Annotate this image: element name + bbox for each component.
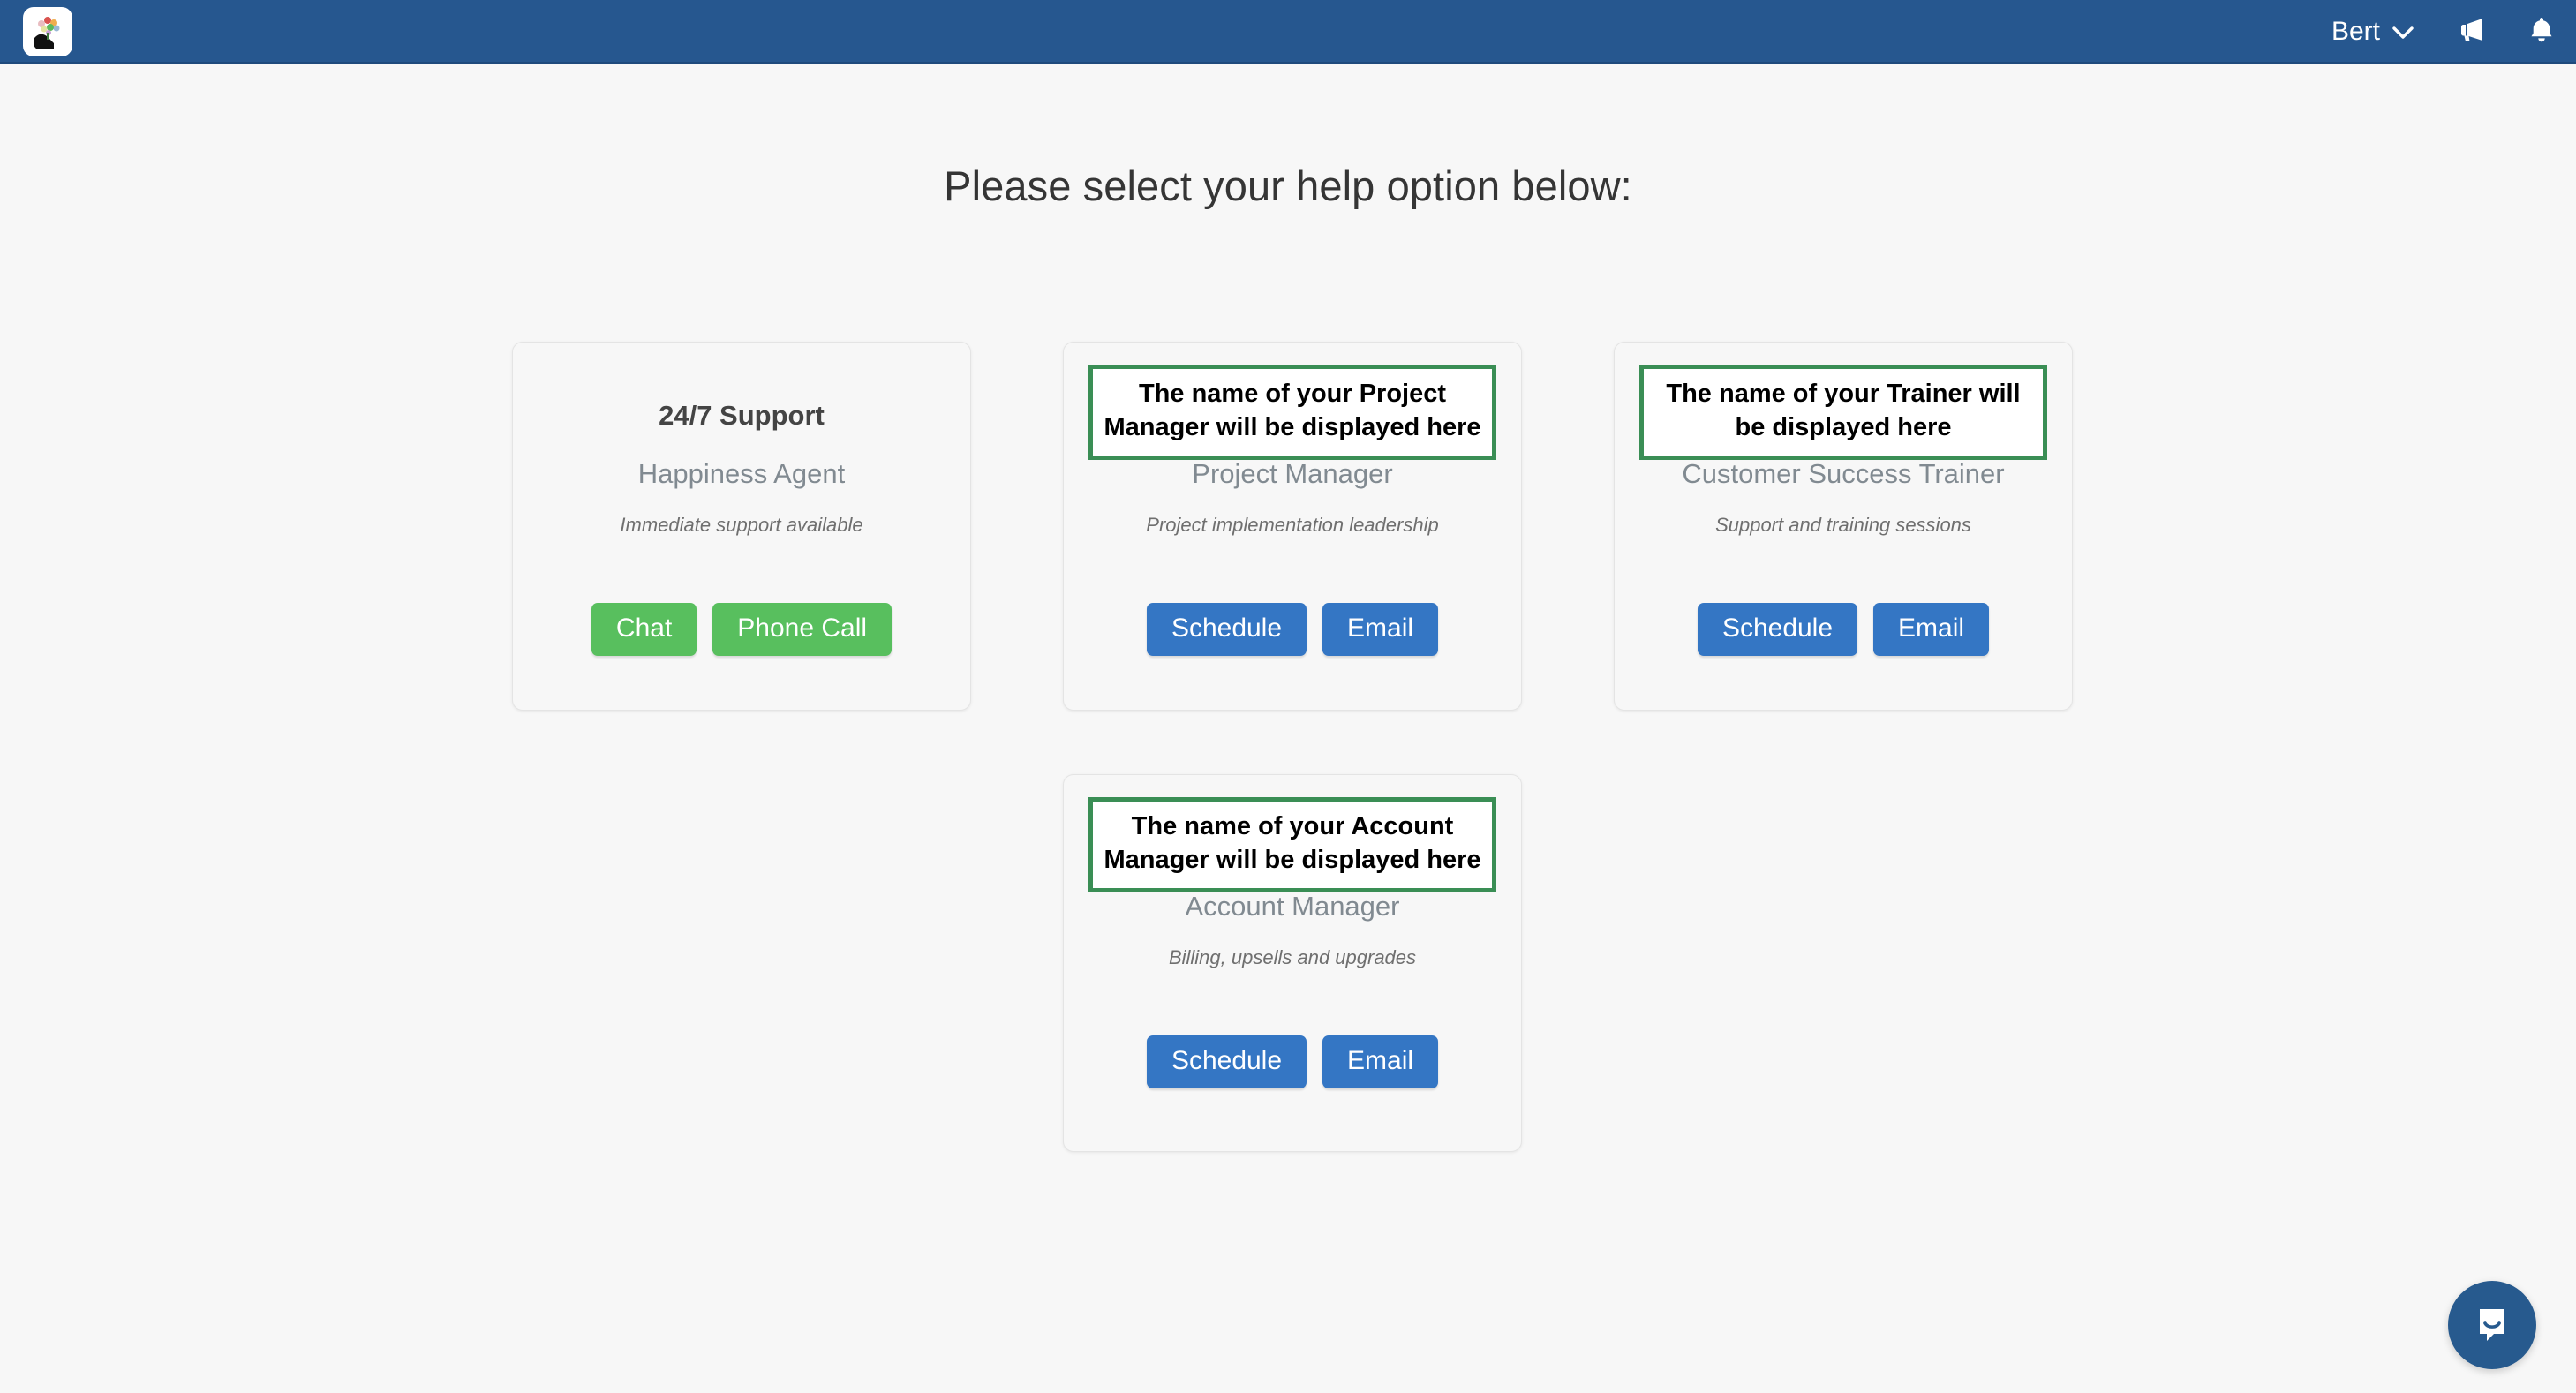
card-actions: Schedule Email [1064,603,1521,656]
email-button[interactable]: Email [1322,1035,1439,1088]
card-actions: Chat Phone Call [513,603,970,656]
card-name: 24/7 Support [659,400,825,431]
card-description: Project implementation leadership [1146,514,1439,536]
megaphone-icon [2458,17,2488,48]
email-button[interactable]: Email [1322,603,1439,656]
card-role: Customer Success Trainer [1682,458,2005,489]
card-name-annotation: The name of your Project Manager will be… [1088,365,1496,460]
help-option-card[interactable]: The name of your Account Manager will be… [1063,774,1522,1152]
card-name-annotation: The name of your Trainer will be display… [1639,365,2047,460]
chevron-down-icon [2392,17,2414,47]
phone-call-button[interactable]: Phone Call [712,603,893,656]
card-description: Immediate support available [620,514,863,536]
schedule-button[interactable]: Schedule [1697,603,1858,656]
help-option-card[interactable]: The name of your Trainer will be display… [1614,342,2073,711]
card-description: Billing, upsells and upgrades [1168,946,1417,968]
card-role: Project Manager [1192,458,1393,489]
bell-icon [2528,16,2555,49]
card-name-annotation: The name of your Account Manager will be… [1088,797,1496,892]
help-option-card[interactable]: The name of your Project Manager will be… [1063,342,1522,711]
top-navigation-bar: Bert [0,0,2576,64]
card-actions: Schedule Email [1064,1035,1521,1088]
card-actions: Schedule Email [1615,603,2072,656]
notifications-button[interactable] [2507,0,2576,64]
user-menu-label: Bert [2331,17,2380,46]
announcements-button[interactable] [2438,0,2507,64]
card-description: Support and training sessions [1715,514,1971,536]
card-role: Account Manager [1185,891,1400,922]
page-title: Please select your help option below: [944,162,1632,209]
user-menu[interactable]: Bert [2307,0,2438,64]
chat-launcher-button[interactable] [2448,1281,2536,1369]
schedule-button[interactable]: Schedule [1146,603,1307,656]
email-button[interactable]: Email [1873,603,1990,656]
schedule-button[interactable]: Schedule [1146,1035,1307,1088]
company-logo-icon[interactable] [23,7,72,56]
chat-button[interactable]: Chat [591,603,697,656]
navbar-right-actions: Bert [2307,0,2576,64]
card-role: Happiness Agent [637,458,846,489]
help-option-card[interactable]: 24/7 Support Happiness Agent Immediate s… [512,342,971,711]
chat-bubble-smile-icon [2469,1300,2515,1351]
